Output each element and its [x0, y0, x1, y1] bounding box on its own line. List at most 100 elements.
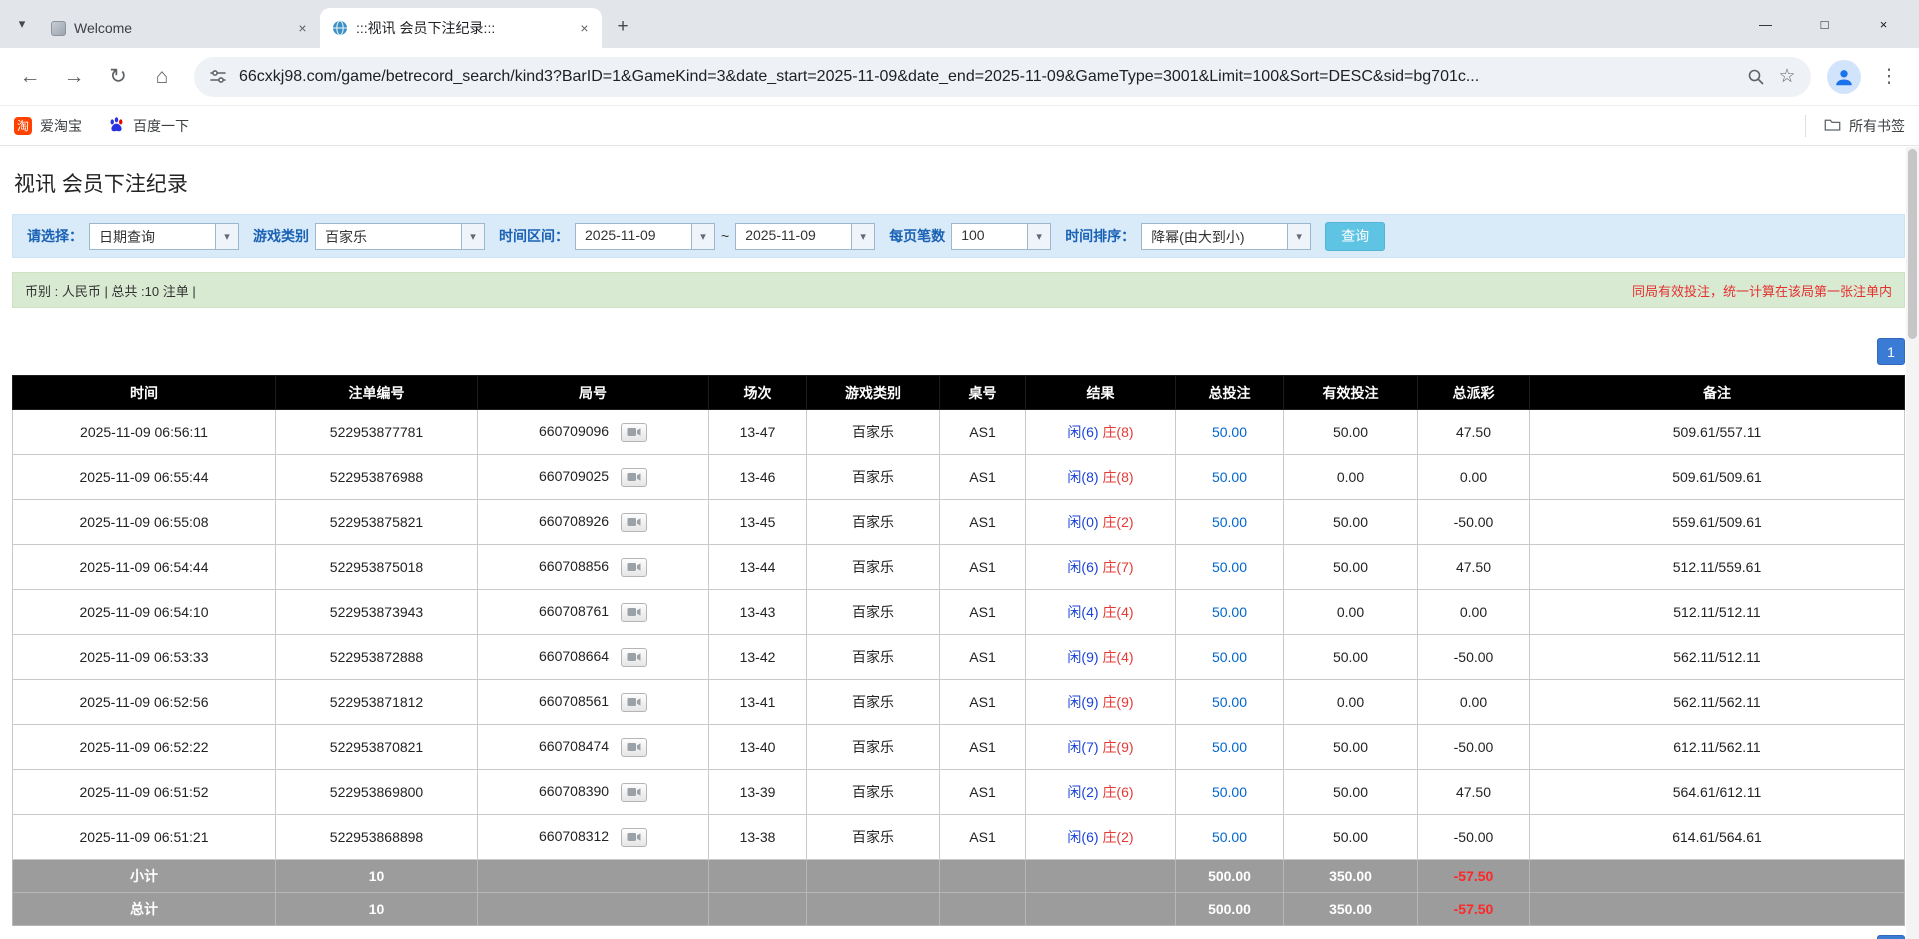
total-bet-link[interactable]: 50.00 [1212, 559, 1247, 575]
bookmark-taobao[interactable]: 淘 爱淘宝 [14, 116, 82, 136]
cell-note: 559.61/509.61 [1530, 500, 1905, 545]
cell-round-id: 660708312 [478, 815, 709, 860]
total-bet-link[interactable]: 50.00 [1212, 694, 1247, 710]
refresh-button[interactable]: ↻ [98, 57, 138, 97]
video-replay-button[interactable] [621, 738, 647, 757]
cell-total-bet: 50.00 [1176, 680, 1284, 725]
total-bet-link[interactable]: 50.00 [1212, 829, 1247, 845]
scrollbar[interactable] [1906, 147, 1919, 939]
cell-result: 闲(6) 庄(7) [1026, 545, 1176, 590]
tab-title: Welcome [74, 20, 285, 36]
profile-avatar[interactable] [1827, 60, 1861, 94]
video-replay-button[interactable] [621, 558, 647, 577]
chevron-down-icon[interactable]: ▾ [1287, 224, 1310, 249]
subtotal-total-bet: 500.00 [1176, 860, 1284, 893]
page-1-button-bottom[interactable]: 1 [1877, 935, 1905, 939]
video-replay-button[interactable] [621, 828, 647, 847]
video-replay-button[interactable] [621, 468, 647, 487]
tab-close-icon[interactable]: × [575, 19, 594, 38]
total-valid-bet: 350.00 [1284, 893, 1418, 926]
cell-time: 2025-11-09 06:51:21 [13, 815, 276, 860]
tab-title: :::视讯 会员下注纪录::: [356, 18, 567, 38]
video-replay-button[interactable] [621, 783, 647, 802]
video-replay-button[interactable] [621, 693, 647, 712]
forward-button[interactable]: → [54, 57, 94, 97]
all-bookmarks-button[interactable]: 所有书签 [1805, 115, 1905, 137]
tab-close-icon[interactable]: × [293, 19, 312, 38]
table-header-row: 时间 注单编号 局号 场次 游戏类别 桌号 结果 总投注 有效投注 总派彩 备注 [13, 376, 1905, 410]
address-bar[interactable]: 66cxkj98.com/game/betrecord_search/kind3… [194, 57, 1811, 97]
cell-game-type: 百家乐 [807, 680, 940, 725]
query-type-select[interactable]: 日期查询 ▾ [89, 223, 239, 250]
minimize-button[interactable]: — [1736, 0, 1795, 48]
cell-bet-id: 522953877781 [276, 410, 478, 455]
page-size-select[interactable]: 100 ▾ [951, 223, 1051, 250]
total-bet-link[interactable]: 50.00 [1212, 649, 1247, 665]
scrollbar-thumb[interactable] [1908, 149, 1917, 339]
chevron-down-icon[interactable]: ▾ [461, 224, 484, 249]
tab-welcome[interactable]: Welcome × [38, 8, 320, 48]
page-size-label: 每页笔数 [889, 226, 945, 246]
round-id-text: 660708926 [539, 513, 609, 529]
cell-game-type: 百家乐 [807, 725, 940, 770]
header-session: 场次 [709, 376, 807, 410]
video-replay-button[interactable] [621, 513, 647, 532]
camera-icon [627, 517, 641, 527]
cell-time: 2025-11-09 06:54:44 [13, 545, 276, 590]
cell-table-no: AS1 [940, 455, 1026, 500]
cell-valid-bet: 0.00 [1284, 455, 1418, 500]
date-start-select[interactable]: 2025-11-09 ▾ [575, 223, 715, 250]
total-bet-link[interactable]: 50.00 [1212, 424, 1247, 440]
pagination-top: 1 [12, 338, 1905, 365]
new-tab-button[interactable]: + [608, 12, 638, 42]
camera-icon [627, 427, 641, 437]
player-result: 闲(7) [1067, 739, 1098, 755]
zoom-icon[interactable] [1746, 67, 1766, 87]
table-row: 2025-11-09 06:55:08 522953875821 6607089… [13, 500, 1905, 545]
cell-time: 2025-11-09 06:51:52 [13, 770, 276, 815]
total-bet-link[interactable]: 50.00 [1212, 784, 1247, 800]
video-replay-button[interactable] [621, 603, 647, 622]
chevron-down-icon[interactable]: ▾ [851, 224, 874, 249]
video-replay-button[interactable] [621, 648, 647, 667]
bookmark-baidu[interactable]: 百度一下 [108, 116, 189, 136]
tab-betrecord[interactable]: :::视讯 会员下注纪录::: × [320, 8, 602, 48]
tab-search-icon[interactable]: ▾ [6, 0, 38, 48]
cell-result: 闲(8) 庄(8) [1026, 455, 1176, 500]
site-settings-icon[interactable] [208, 67, 228, 87]
date-end-select[interactable]: 2025-11-09 ▾ [735, 223, 875, 250]
cell-game-type: 百家乐 [807, 635, 940, 680]
header-round-id: 局号 [478, 376, 709, 410]
game-type-select[interactable]: 百家乐 ▾ [315, 223, 485, 250]
close-button[interactable]: × [1854, 0, 1913, 48]
cell-bet-id: 522953869800 [276, 770, 478, 815]
maximize-button[interactable]: □ [1795, 0, 1854, 48]
banker-result: 庄(9) [1102, 694, 1133, 710]
video-replay-button[interactable] [621, 423, 647, 442]
chevron-down-icon[interactable]: ▾ [1027, 224, 1050, 249]
cell-table-no: AS1 [940, 815, 1026, 860]
folder-icon [1824, 117, 1841, 135]
total-bet-link[interactable]: 50.00 [1212, 514, 1247, 530]
game-type-label: 游戏类别 [253, 226, 309, 246]
search-button[interactable]: 查询 [1325, 222, 1385, 251]
page-1-button[interactable]: 1 [1877, 338, 1905, 365]
back-button[interactable]: ← [10, 57, 50, 97]
cell-total-bet: 50.00 [1176, 815, 1284, 860]
cell-session: 13-44 [709, 545, 807, 590]
home-button[interactable]: ⌂ [142, 57, 182, 97]
total-bet-link[interactable]: 50.00 [1212, 469, 1247, 485]
total-bet-link[interactable]: 50.00 [1212, 604, 1247, 620]
total-bet-link[interactable]: 50.00 [1212, 739, 1247, 755]
cell-table-no: AS1 [940, 725, 1026, 770]
chevron-down-icon[interactable]: ▾ [215, 224, 238, 249]
cell-result: 闲(9) 庄(4) [1026, 635, 1176, 680]
more-options-icon[interactable]: ⋮ [1869, 57, 1909, 97]
sort-select[interactable]: 降幂(由大到小) ▾ [1141, 223, 1311, 250]
bookmark-star-icon[interactable]: ☆ [1777, 67, 1797, 87]
cell-payout: 47.50 [1418, 410, 1530, 455]
chevron-down-icon[interactable]: ▾ [691, 224, 714, 249]
cell-payout: -50.00 [1418, 815, 1530, 860]
camera-icon [627, 652, 641, 662]
banker-result: 庄(2) [1102, 829, 1133, 845]
